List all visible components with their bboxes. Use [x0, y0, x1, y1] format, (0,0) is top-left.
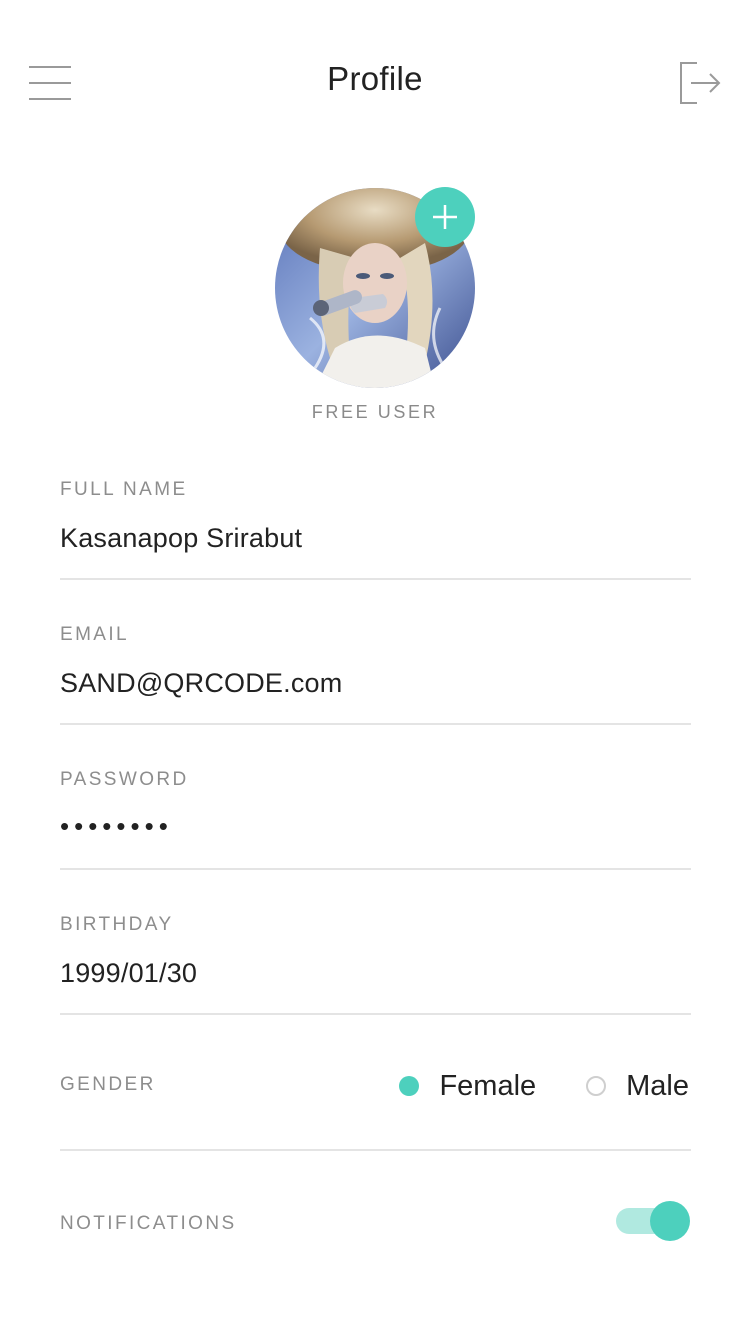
plus-icon: [433, 205, 457, 229]
notifications-label: NOTIFICATIONS: [60, 1213, 237, 1234]
user-tier-label: FREE USER: [311, 402, 439, 422]
add-photo-button[interactable]: [415, 187, 475, 247]
gender-female-label: Female: [439, 1069, 537, 1102]
gender-field: GENDER Female Male: [60, 1030, 691, 1151]
full-name-field[interactable]: FULL NAME Kasanapop Srirabut: [60, 475, 691, 580]
page-title: Profile: [327, 60, 423, 97]
birthday-field[interactable]: BIRTHDAY 1999/01/30: [60, 910, 691, 1015]
gender-option-male[interactable]: Male: [586, 1070, 689, 1103]
radio-unselected-icon: [586, 1076, 607, 1096]
full-name-label: FULL NAME: [60, 479, 188, 500]
logout-icon[interactable]: [679, 61, 723, 105]
toggle-knob: [650, 1201, 690, 1241]
gender-radio-group: Female Male: [399, 1068, 691, 1104]
email-field[interactable]: EMAIL SAND@QRCODE.com: [60, 620, 691, 725]
full-name-value[interactable]: Kasanapop Srirabut: [60, 523, 302, 554]
password-value[interactable]: ••••••••: [60, 811, 173, 842]
birthday-value[interactable]: 1999/01/30: [60, 958, 197, 989]
gender-label: GENDER: [60, 1074, 156, 1095]
birthday-label: BIRTHDAY: [60, 914, 174, 935]
password-label: PASSWORD: [60, 769, 189, 790]
gender-male-label: Male: [626, 1069, 689, 1102]
top-bar: Profile: [0, 0, 750, 165]
email-label: EMAIL: [60, 624, 130, 645]
gender-option-female[interactable]: Female: [399, 1070, 536, 1103]
email-value[interactable]: SAND@QRCODE.com: [60, 668, 342, 699]
notifications-toggle[interactable]: [616, 1201, 692, 1241]
password-field[interactable]: PASSWORD ••••••••: [60, 765, 691, 870]
radio-selected-icon: [399, 1076, 420, 1096]
